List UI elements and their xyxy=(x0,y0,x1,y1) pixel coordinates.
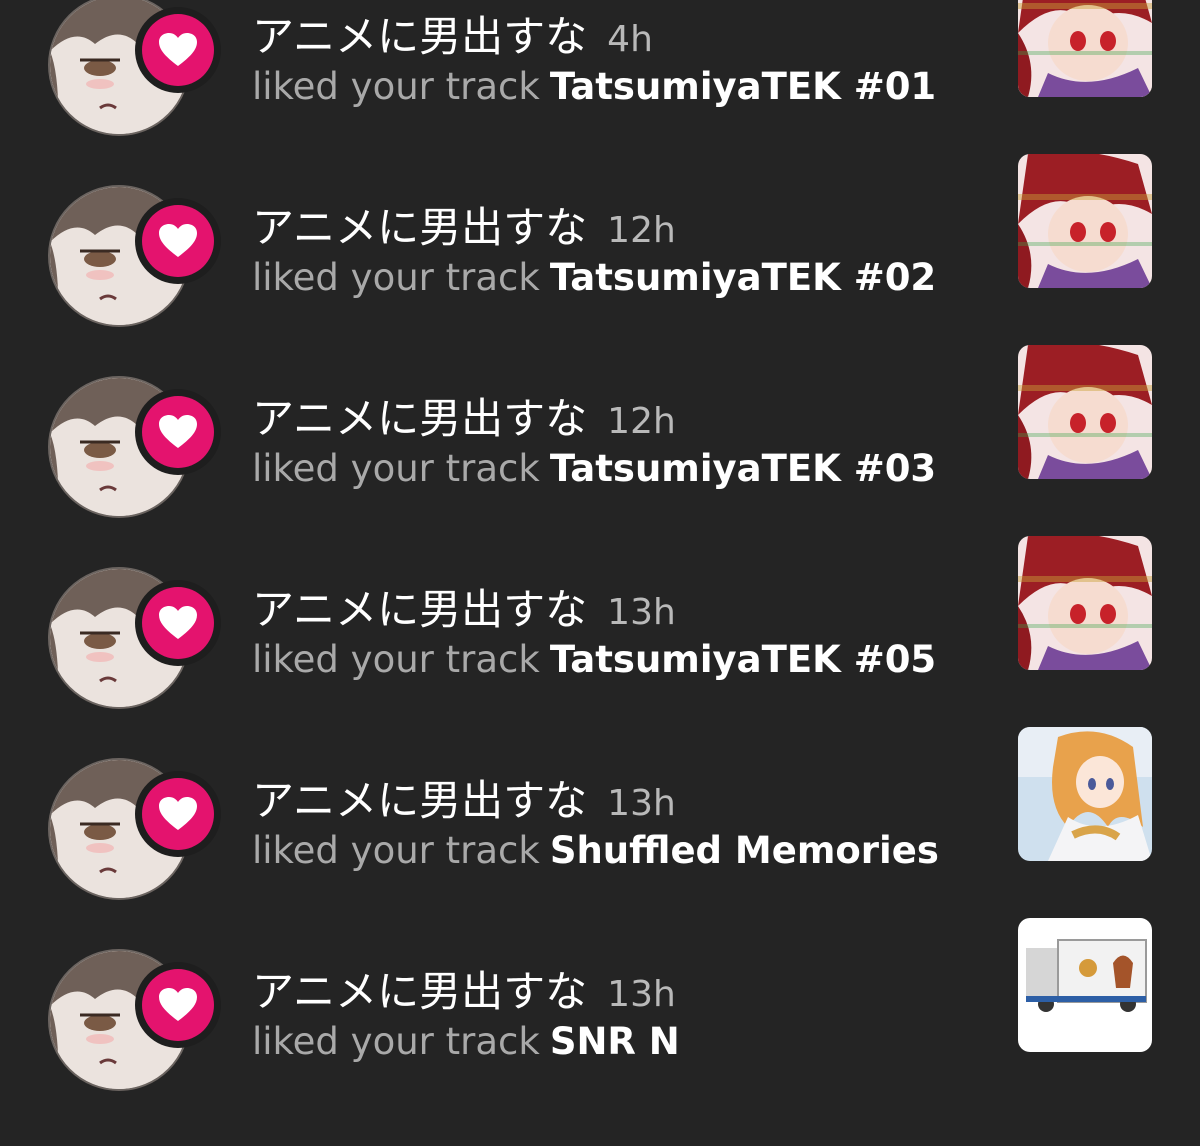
action-text: liked your track xyxy=(252,638,540,681)
track-artwork[interactable] xyxy=(1018,345,1152,479)
timestamp: 13h xyxy=(607,783,676,824)
username[interactable]: アニメに男出すな xyxy=(252,394,587,443)
username[interactable]: アニメに男出すな xyxy=(252,967,587,1016)
like-badge xyxy=(135,771,221,857)
track-title[interactable]: TatsumiyaTEK #01 xyxy=(550,65,936,108)
like-badge xyxy=(135,580,221,666)
timestamp: 12h xyxy=(607,210,676,251)
heart-icon xyxy=(159,797,197,830)
track-artwork[interactable] xyxy=(1018,727,1152,861)
heart-icon xyxy=(159,224,197,257)
timestamp: 13h xyxy=(607,974,676,1015)
username[interactable]: アニメに男出すな xyxy=(252,203,587,252)
track-artwork[interactable] xyxy=(1018,154,1152,288)
action-text: liked your track xyxy=(252,65,540,108)
notification-item[interactable]: アニメに男出すな 13h liked your track SNR N xyxy=(0,918,1200,1146)
track-title[interactable]: TatsumiyaTEK #02 xyxy=(550,256,936,299)
track-title[interactable]: TatsumiyaTEK #05 xyxy=(550,638,936,681)
like-badge xyxy=(135,7,221,93)
track-title[interactable]: TatsumiyaTEK #03 xyxy=(550,447,936,490)
like-badge xyxy=(135,198,221,284)
username[interactable]: アニメに男出すな xyxy=(252,12,587,61)
heart-icon xyxy=(159,606,197,639)
action-text: liked your track xyxy=(252,1020,540,1063)
track-title[interactable]: SNR N xyxy=(550,1020,680,1063)
action-text: liked your track xyxy=(252,829,540,872)
timestamp: 13h xyxy=(607,592,676,633)
notification-feed: アニメに男出すな 4h liked your track TatsumiyaTEK … xyxy=(0,0,1200,1091)
username[interactable]: アニメに男出すな xyxy=(252,585,587,634)
username[interactable]: アニメに男出すな xyxy=(252,776,587,825)
heart-icon xyxy=(159,988,197,1021)
timestamp: 12h xyxy=(607,401,676,442)
like-badge xyxy=(135,389,221,475)
heart-icon xyxy=(159,33,197,66)
track-artwork[interactable] xyxy=(1018,536,1152,670)
action-text: liked your track xyxy=(252,256,540,299)
like-badge xyxy=(135,962,221,1048)
action-text: liked your track xyxy=(252,447,540,490)
timestamp: 4h xyxy=(607,19,653,60)
heart-icon xyxy=(159,415,197,448)
track-artwork[interactable] xyxy=(1018,0,1152,97)
track-artwork[interactable] xyxy=(1018,918,1152,1052)
track-title[interactable]: Shuffled Memories xyxy=(550,829,939,872)
